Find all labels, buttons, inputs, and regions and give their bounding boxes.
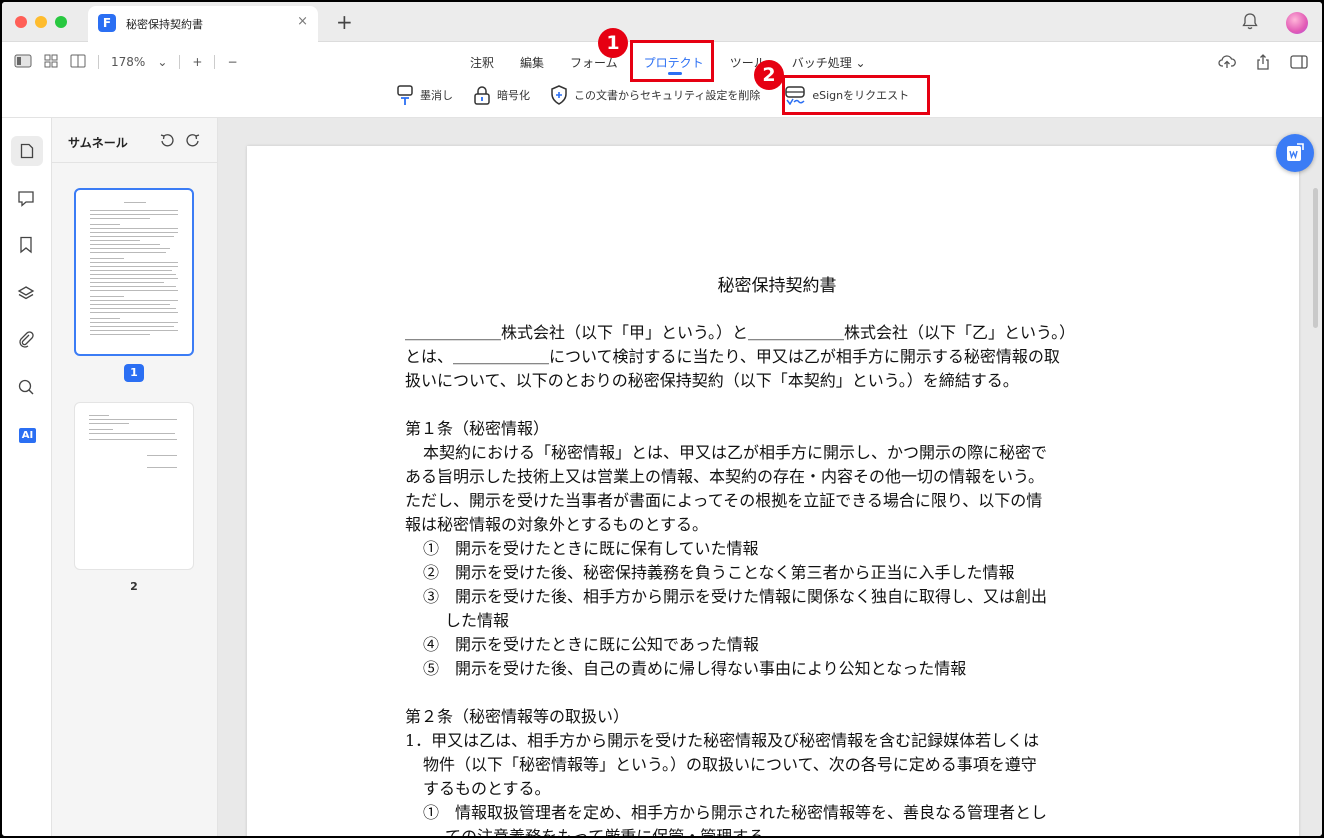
grid-view-icon[interactable] bbox=[44, 54, 58, 71]
lock-icon bbox=[474, 86, 490, 105]
rotate-actions bbox=[159, 132, 201, 152]
menu-annotate[interactable]: 注釈 bbox=[470, 54, 494, 71]
notification-bell-icon[interactable] bbox=[1242, 12, 1258, 34]
protect-tab-highlight bbox=[630, 40, 714, 82]
toolbar-divider bbox=[179, 55, 181, 69]
thumbnail-panel-title: サムネール bbox=[68, 136, 128, 150]
menu-edit[interactable]: 編集 bbox=[520, 54, 544, 71]
redact-label: 墨消し bbox=[420, 89, 453, 102]
search-icon[interactable] bbox=[17, 378, 37, 398]
document-page: 秘密保持契約書 ＿＿＿＿＿＿株式会社（以下「甲」という。）と＿＿＿＿＿＿株式会社… bbox=[247, 146, 1299, 836]
app-window: F 秘密保持契約書 × + 178% ⌄ + − 注釈 編集 フォーム プロテク… bbox=[2, 2, 1322, 836]
layers-icon[interactable] bbox=[17, 284, 37, 304]
zoom-level[interactable]: 178% bbox=[111, 55, 145, 69]
redact-icon bbox=[397, 85, 413, 105]
page-thumbnail[interactable] bbox=[74, 188, 194, 356]
toolbar-divider bbox=[98, 55, 99, 69]
panel-divider bbox=[52, 162, 217, 163]
section-heading: 第１条（秘密情報） bbox=[405, 419, 550, 438]
list-item: ① 開示を受けたときに既に保有していた情報 bbox=[423, 539, 759, 558]
document-tab[interactable]: F 秘密保持契約書 × bbox=[88, 6, 318, 42]
page-thumbnail[interactable] bbox=[74, 402, 194, 570]
text-line: するものとする。 bbox=[423, 779, 551, 798]
redact-button[interactable]: 墨消し bbox=[396, 84, 453, 106]
encrypt-label: 暗号化 bbox=[497, 89, 530, 102]
text-line: ある旨明示した技術上又は営業上の情報、本契約の存在・内容その他一切の情報をいう。 bbox=[405, 467, 1045, 486]
side-panel-toggle-icon[interactable] bbox=[1290, 54, 1308, 74]
zoom-window-button[interactable] bbox=[55, 16, 67, 28]
esign-button-highlight bbox=[782, 75, 930, 115]
menu-batch[interactable]: バッチ処理 ⌄ bbox=[792, 54, 866, 71]
rotate-left-icon[interactable] bbox=[159, 132, 175, 152]
close-window-button[interactable] bbox=[15, 16, 27, 28]
tab-close-button[interactable]: × bbox=[297, 14, 308, 29]
menu-batch-label: バッチ処理 bbox=[791, 56, 852, 70]
single-page-view-icon[interactable] bbox=[14, 54, 32, 71]
ai-icon[interactable]: AI bbox=[19, 428, 36, 443]
list-item: ③ 開示を受けた後、相手方から開示を受けた情報に関係なく独自に取得し、又は創出 bbox=[423, 587, 1048, 606]
comment-icon[interactable] bbox=[17, 190, 37, 210]
remove-security-button[interactable]: この文書からセキュリティ設定を削除 bbox=[550, 85, 760, 105]
zoom-out-button[interactable]: − bbox=[227, 55, 237, 69]
bookmark-icon[interactable] bbox=[17, 236, 37, 256]
view-controls: 178% ⌄ + − bbox=[14, 52, 238, 72]
page-icon[interactable] bbox=[11, 136, 43, 166]
user-avatar[interactable] bbox=[1286, 12, 1308, 34]
text-line: ただし、開示を受けた当事者が書面によってその根拠を立証できる場合に限り、以下の情 bbox=[405, 491, 1043, 510]
remove-security-label: この文書からセキュリティ設定を削除 bbox=[574, 89, 761, 102]
page-number-badge: 1 bbox=[124, 364, 144, 382]
list-item: ④ 開示を受けたときに既に公知であった情報 bbox=[423, 635, 759, 654]
attachment-icon[interactable] bbox=[17, 330, 37, 350]
text-line: 1．甲又は乙は、相手方から開示を受けた秘密情報及び秘密情報を含む記録媒体若しくは bbox=[405, 731, 1040, 750]
list-item: ⑤ 開示を受けた後、自己の責めに帰し得ない事由により公知となった情報 bbox=[423, 659, 967, 678]
shield-icon bbox=[551, 85, 567, 105]
cloud-upload-icon[interactable] bbox=[1218, 54, 1236, 74]
document-viewer[interactable]: 秘密保持契約書 ＿＿＿＿＿＿株式会社（以下「甲」という。）と＿＿＿＿＿＿株式会社… bbox=[218, 118, 1322, 836]
app-logo-icon: F bbox=[98, 14, 116, 32]
text-line: ＿＿＿＿＿＿株式会社（以下「甲」という。）と＿＿＿＿＿＿株式会社（以下「乙」とい… bbox=[405, 323, 1076, 342]
list-item-continuation: ての注意義務をもって厳重に保管・管理する。 bbox=[405, 825, 1149, 836]
document-title: 秘密保持契約書 bbox=[717, 276, 837, 296]
page-number-label: 2 bbox=[130, 580, 138, 593]
step-badge-2: 2 bbox=[754, 60, 784, 90]
minimize-window-button[interactable] bbox=[35, 16, 47, 28]
thumbnail-panel: サムネール 1 2 bbox=[52, 118, 218, 836]
text-line: 本契約における「秘密情報」とは、甲又は乙が相手方に開示し、かつ開示の際に秘密で bbox=[423, 443, 1048, 462]
list-item-continuation: した情報 bbox=[445, 611, 510, 630]
toolbar-right-actions bbox=[1218, 54, 1308, 74]
tab-title: 秘密保持契約書 bbox=[126, 18, 203, 31]
share-icon[interactable] bbox=[1256, 54, 1270, 74]
vertical-scrollbar[interactable] bbox=[1313, 188, 1318, 328]
list-item: ① 情報取扱管理者を定め、相手方から開示された秘密情報等を、善良なる管理者とし bbox=[423, 803, 1048, 822]
text-line: 扱いについて、以下のとおりの秘密保持契約（以下「本契約」という。）を締結する。 bbox=[405, 371, 1019, 390]
two-page-view-icon[interactable] bbox=[70, 54, 86, 71]
new-tab-button[interactable]: + bbox=[336, 10, 353, 34]
convert-to-word-button[interactable] bbox=[1276, 134, 1314, 172]
zoom-dropdown-icon[interactable]: ⌄ bbox=[157, 55, 167, 69]
text-line: 報は秘密情報の対象外とするものとする。 bbox=[405, 515, 709, 534]
text-line: 物件（以下「秘密情報等」という。）の取扱いについて、次の各号に定める事項を遵守 bbox=[423, 755, 1037, 774]
step-badge-1: 1 bbox=[598, 28, 628, 58]
title-bar: F 秘密保持契約書 × + bbox=[2, 2, 1322, 42]
zoom-in-button[interactable]: + bbox=[192, 55, 202, 69]
list-item: ② 開示を受けた後、秘密保持義務を負うことなく第三者から正当に入手した情報 bbox=[423, 563, 1015, 582]
rotate-right-icon[interactable] bbox=[185, 132, 201, 152]
left-rail: AI bbox=[2, 118, 52, 836]
chevron-down-icon: ⌄ bbox=[855, 56, 866, 70]
text-line: とは、＿＿＿＿＿＿について検討するに当たり、甲又は乙が相手方に開示する秘密情報の… bbox=[405, 347, 1060, 366]
toolbar-divider bbox=[214, 55, 216, 69]
section-heading: 第２条（秘密情報等の取扱い） bbox=[405, 707, 630, 726]
word-convert-icon bbox=[1287, 143, 1304, 161]
encrypt-button[interactable]: 暗号化 bbox=[473, 85, 530, 105]
